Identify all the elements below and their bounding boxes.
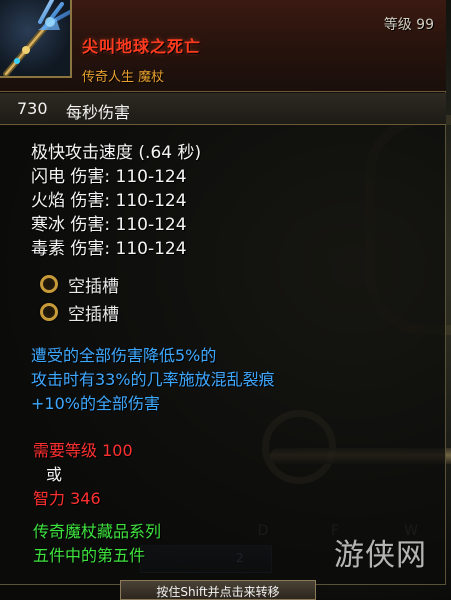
- intellect-requirement: 智力 346: [33, 489, 101, 508]
- dps-value: 730: [17, 99, 48, 118]
- poison-damage-stat: 毒素 伤害: 110-124: [31, 239, 187, 259]
- set-name: 传奇魔杖藏品系列: [33, 522, 162, 541]
- game-screen: D F W 2: [0, 0, 451, 600]
- fire-damage-stat: 火焰 伤害: 110-124: [31, 191, 187, 211]
- tooltip-header: 尖叫地球之死亡 传奇人生 魔杖 等级 99: [0, 0, 446, 92]
- set-piece-count: 五件中的第五件: [33, 546, 146, 565]
- dps-bar: 730 每秒伤害: [0, 93, 446, 125]
- item-type: 传奇人生 魔杖: [82, 70, 165, 85]
- empty-socket-icon: [40, 303, 58, 321]
- item-tooltip: 尖叫地球之死亡 传奇人生 魔杖 等级 99 730 每秒伤害 极快攻击速度 (.…: [0, 0, 446, 585]
- site-watermark-logo: 游侠网: [334, 524, 446, 580]
- dps-label: 每秒伤害: [66, 103, 131, 122]
- item-icon-frame: [0, 0, 72, 78]
- socket-label: 空插槽: [68, 277, 119, 297]
- attack-speed-stat: 极快攻击速度 (.64 秒): [31, 143, 202, 163]
- transfer-hint-text: 按住Shift并点击来转移: [156, 585, 280, 599]
- socket-label: 空插槽: [68, 305, 119, 325]
- lightning-damage-stat: 闪电 伤害: 110-124: [31, 167, 187, 187]
- watermark-text: 游侠网: [334, 538, 427, 573]
- level-requirement: 需要等级 100: [33, 441, 133, 460]
- magic-bonus-line: 遭受的全部伤害降低5%的: [31, 346, 217, 365]
- cold-damage-stat: 寒冰 伤害: 110-124: [31, 215, 187, 235]
- requirement-or: 或: [46, 465, 63, 484]
- empty-socket-icon: [40, 275, 58, 293]
- item-level: 等级 99: [383, 17, 434, 33]
- transfer-hint: 按住Shift并点击来转移: [120, 580, 316, 600]
- item-name: 尖叫地球之死亡: [82, 37, 202, 56]
- magic-bonus-line: +10%的全部伤害: [31, 394, 160, 413]
- magic-bonus-line: 攻击时有33%的几率施放混乱裂痕: [31, 370, 275, 389]
- trident-wand-icon: [3, 0, 70, 76]
